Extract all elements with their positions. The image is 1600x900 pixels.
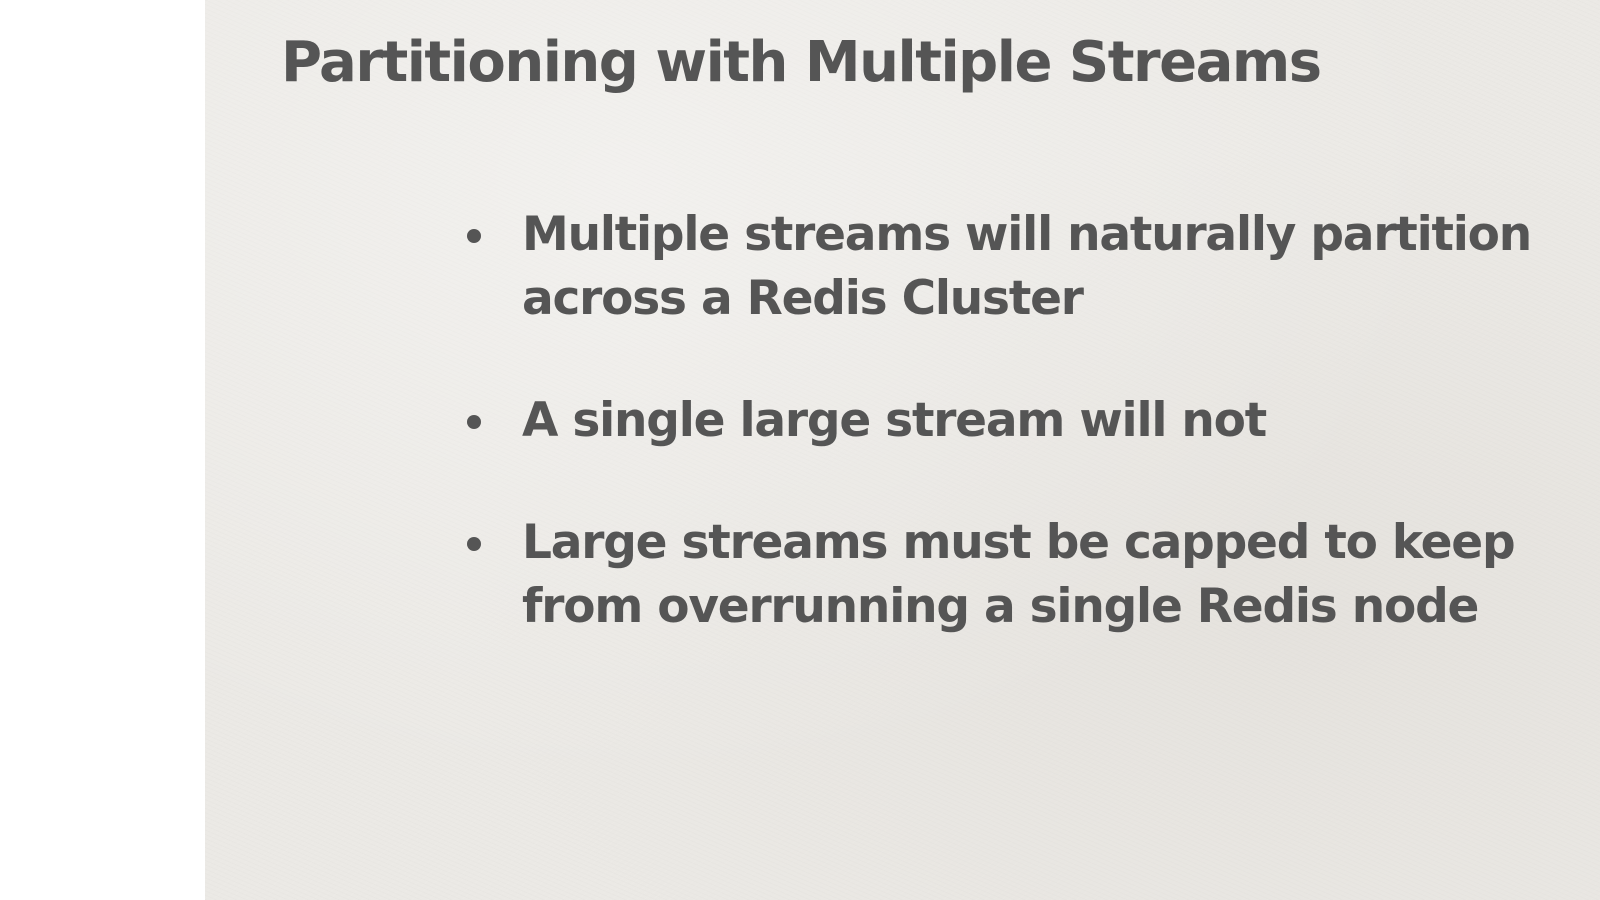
bullet-item: Large streams must be capped to keep fro… bbox=[467, 511, 1577, 639]
bullet-list: Multiple streams will naturally partitio… bbox=[467, 203, 1577, 639]
bullet-text-line: A single large stream will not bbox=[522, 393, 1267, 448]
bullet-text-line: Multiple streams will naturally partitio… bbox=[522, 207, 1532, 262]
slide-title: Partitioning with Multiple Streams bbox=[281, 30, 1322, 95]
bullet-item: Multiple streams will naturally partitio… bbox=[467, 203, 1577, 331]
bullet-dot-icon bbox=[467, 537, 481, 551]
bullet-item: A single large stream will not bbox=[467, 389, 1577, 453]
bullet-dot-icon bbox=[467, 415, 481, 429]
slide: Partitioning with Multiple Streams Multi… bbox=[205, 0, 1600, 900]
bullet-text-line: from overrunning a single Redis node bbox=[522, 579, 1479, 634]
presentation-frame: Partitioning with Multiple Streams Multi… bbox=[0, 0, 1600, 900]
bullet-text-line: across a Redis Cluster bbox=[522, 271, 1084, 326]
bullet-dot-icon bbox=[467, 229, 481, 243]
bullet-text-line: Large streams must be capped to keep bbox=[522, 515, 1516, 570]
